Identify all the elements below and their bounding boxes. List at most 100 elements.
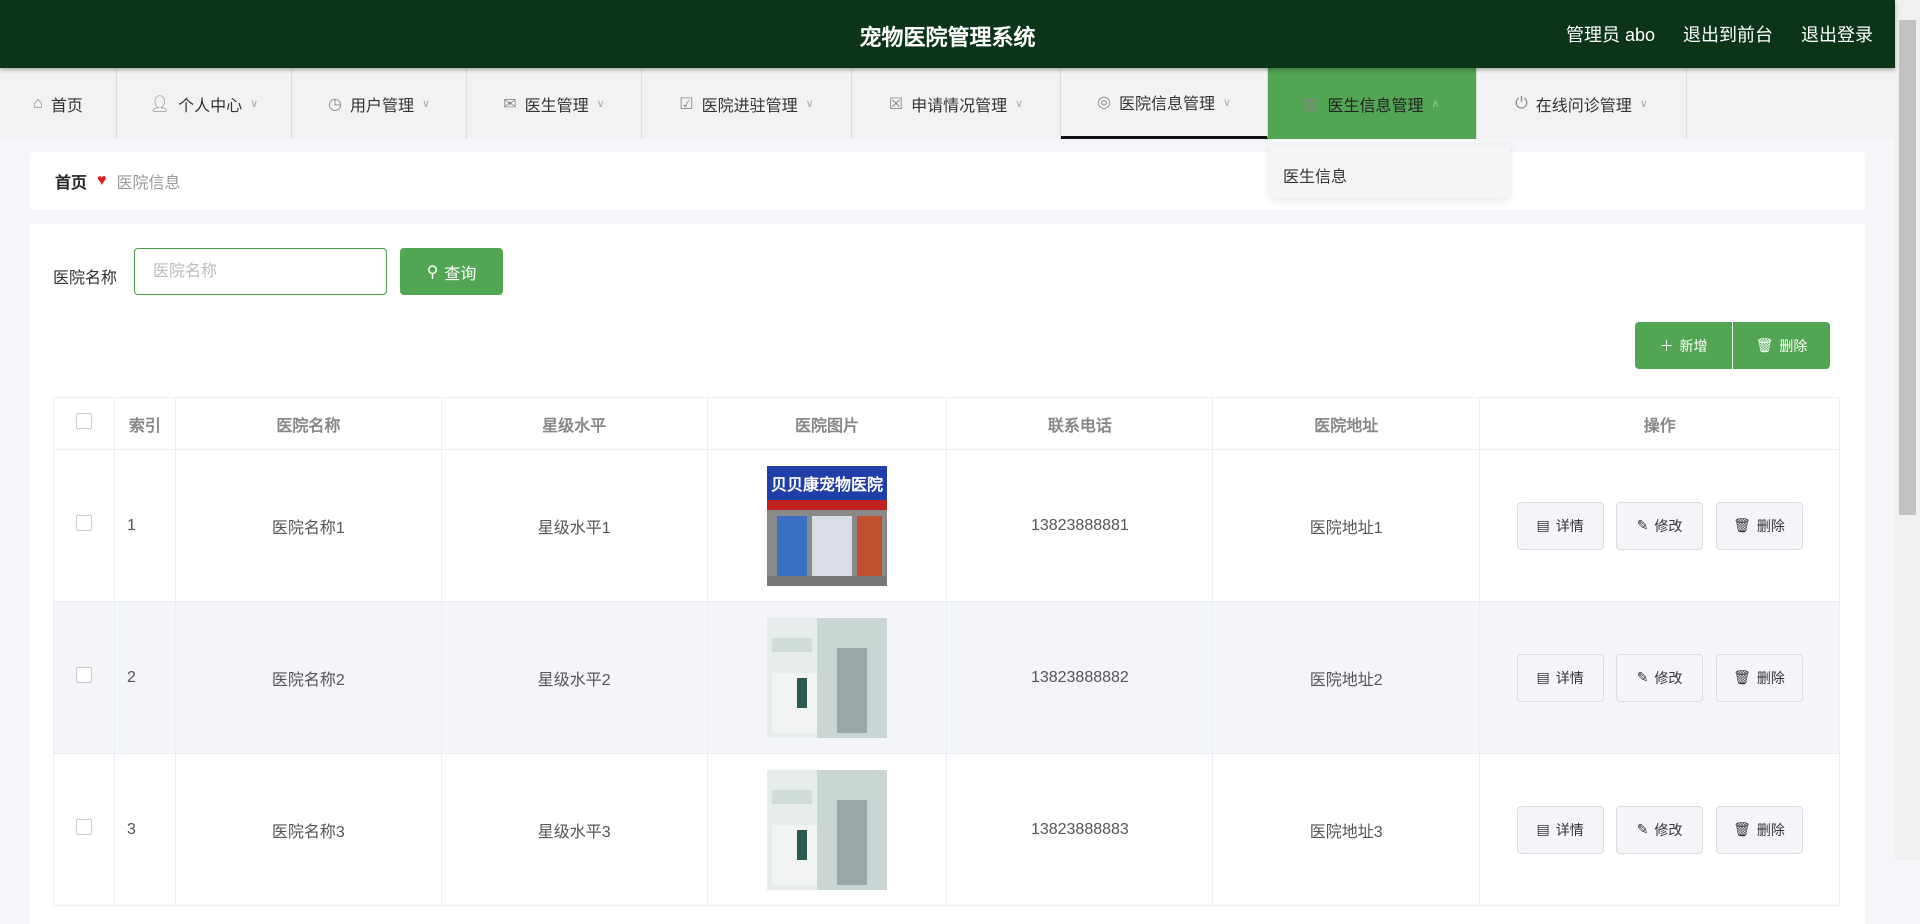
heart-icon: ♥ xyxy=(97,172,107,189)
edit-button[interactable]: ✎ 修改 xyxy=(1616,805,1704,854)
detail-label: 详情 xyxy=(1555,517,1584,534)
clipboard-x-icon: ☒ xyxy=(888,95,904,113)
nav-home[interactable]: ⌂ 首页 xyxy=(0,68,117,139)
nav-doctor-info-management[interactable]: ▨ 医生信息管理 ∧ xyxy=(1268,68,1477,139)
chevron-up-icon: ∧ xyxy=(1431,98,1440,110)
trash-icon: 🗑︎ xyxy=(1733,517,1751,533)
nav-label: 个人中心 xyxy=(178,97,243,115)
row-address: 医院地址1 xyxy=(1212,449,1481,602)
row-checkbox[interactable] xyxy=(53,601,115,754)
breadcrumb: 首页 ♥ 医院信息 xyxy=(30,152,1865,210)
chevron-down-icon: ∨ xyxy=(596,98,605,110)
plus-icon: ＋ xyxy=(1659,337,1674,354)
trash-icon: 🗑︎ xyxy=(1733,821,1751,837)
main-nav: ⌂ 首页 👤︎ 个人中心 ∨ ◷ 用户管理 ∨ ✉ 医生管理 ∨ ☑ 医院进驻管理 ∨ ☒ 申请情况… xyxy=(0,68,1895,139)
detail-button[interactable]: ▤ 详情 xyxy=(1516,805,1604,854)
delete-label: 删除 xyxy=(1779,337,1808,354)
select-all-checkbox[interactable] xyxy=(53,397,115,450)
scrollbar-thumb[interactable] xyxy=(1899,20,1916,515)
search-button[interactable]: ⚲ 查询 xyxy=(400,248,503,295)
edit-button[interactable]: ✎ 修改 xyxy=(1616,501,1704,550)
detail-button[interactable]: ▤ 详情 xyxy=(1516,653,1604,702)
trash-icon: 🗑︎ xyxy=(1755,337,1774,353)
current-user: 管理员 abo xyxy=(1565,25,1655,45)
row-image-cell xyxy=(706,601,948,754)
power-icon: ⏻ xyxy=(1515,94,1528,112)
pencil-icon: ✎ xyxy=(1636,669,1649,685)
edit-label: 修改 xyxy=(1654,669,1683,686)
edit-label: 修改 xyxy=(1654,517,1683,534)
home-icon: ⌂ xyxy=(33,94,43,112)
svg-text:贝贝康宠物医院: 贝贝康宠物医院 xyxy=(771,475,883,494)
table-row: 3 医院名称3 星级水平3 13823888883 医院地址3 ▤ 详情 ✎ 修改 … xyxy=(53,753,1840,906)
chevron-down-icon: ∨ xyxy=(250,98,259,110)
row-image-cell: 贝贝康宠物医院 xyxy=(706,449,948,602)
exit-to-front-link[interactable]: 退出到前台 xyxy=(1683,21,1773,47)
pencil-icon: ✎ xyxy=(1636,517,1649,533)
nav-personal-center[interactable]: 👤︎ 个人中心 ∨ xyxy=(117,68,292,139)
row-index: 1 xyxy=(113,449,176,602)
batch-delete-button[interactable]: 🗑︎ 删除 xyxy=(1733,322,1830,369)
hospital-image: 贝贝康宠物医院 xyxy=(767,465,887,586)
row-checkbox[interactable] xyxy=(53,449,115,602)
breadcrumb-current: 医院信息 xyxy=(116,175,181,192)
scrollbar[interactable] xyxy=(1895,0,1920,860)
row-index: 2 xyxy=(113,601,176,754)
edit-label: 修改 xyxy=(1654,821,1683,838)
row-phone: 13823888882 xyxy=(946,601,1214,754)
nav-label: 医院信息管理 xyxy=(1118,96,1215,113)
nav-label: 在线问诊管理 xyxy=(1535,97,1632,115)
add-button[interactable]: ＋ 新增 xyxy=(1635,322,1732,369)
delete-button[interactable]: 🗑︎ 删除 xyxy=(1715,653,1803,702)
trash-icon: 🗑︎ xyxy=(1733,669,1751,685)
nav-online-consultation-management[interactable]: ⏻ 在线问诊管理 ∨ xyxy=(1477,68,1687,139)
chevron-down-icon: ∨ xyxy=(805,98,814,110)
header-image: 医院图片 xyxy=(706,397,948,450)
row-checkbox[interactable] xyxy=(53,753,115,906)
row-image-cell xyxy=(706,753,948,906)
row-actions: ▤ 详情 ✎ 修改 🗑︎ 删除 xyxy=(1479,601,1840,754)
table-row: 2 医院名称2 星级水平2 13823888882 医院地址2 ▤ 详情 ✎ 修改 … xyxy=(53,601,1840,754)
nav-label: 医生信息管理 xyxy=(1327,97,1424,115)
nav-application-management[interactable]: ☒ 申请情况管理 ∨ xyxy=(852,68,1061,139)
nav-label: 用户管理 xyxy=(349,97,414,115)
dropdown-item-doctor-info[interactable]: 医生信息 xyxy=(1283,169,1347,186)
delete-label: 删除 xyxy=(1756,821,1785,838)
row-phone: 13823888881 xyxy=(946,449,1214,602)
detail-label: 详情 xyxy=(1555,821,1584,838)
breadcrumb-home[interactable]: 首页 xyxy=(55,169,87,193)
row-level: 星级水平1 xyxy=(440,449,708,602)
header-actions: 操作 xyxy=(1479,397,1840,450)
clock-icon: ◷ xyxy=(327,95,342,113)
chevron-down-icon: ∨ xyxy=(1015,98,1024,110)
hospital-image xyxy=(767,617,887,738)
chevron-down-icon: ∨ xyxy=(1222,96,1232,109)
logout-link[interactable]: 退出登录 xyxy=(1801,21,1873,47)
clipboard-check-icon: ☑ xyxy=(679,95,694,113)
nav-label: 首页 xyxy=(50,97,83,115)
document-icon: ▤ xyxy=(1536,821,1550,837)
nav-doctor-management[interactable]: ✉ 医生管理 ∨ xyxy=(467,68,642,139)
nav-dropdown-menu: 医生信息 xyxy=(1270,145,1510,198)
nav-hospital-entry-management[interactable]: ☑ 医院进驻管理 ∨ xyxy=(642,68,852,139)
nav-hospital-info-management[interactable]: ◎ 医院信息管理 ∨ xyxy=(1061,68,1268,139)
table-row: 1 医院名称1 星级水平1 贝贝康宠物医院 13823888881 医院地址1 … xyxy=(53,449,1840,602)
table-header: 索引 医院名称 星级水平 医院图片 联系电话 医院地址 操作 xyxy=(53,397,1840,450)
row-address: 医院地址2 xyxy=(1212,601,1481,754)
delete-button[interactable]: 🗑︎ 删除 xyxy=(1715,805,1803,854)
hospital-name-search-input[interactable] xyxy=(134,248,387,295)
delete-label: 删除 xyxy=(1756,517,1785,534)
row-name: 医院名称3 xyxy=(174,753,442,906)
top-bar: 宠物医院管理系统 管理员 abo 退出到前台 退出登录 xyxy=(0,0,1895,68)
edit-button[interactable]: ✎ 修改 xyxy=(1616,653,1704,702)
mail-icon: ✉ xyxy=(503,95,517,113)
detail-button[interactable]: ▤ 详情 xyxy=(1516,501,1604,550)
nav-label: 申请情况管理 xyxy=(911,97,1008,115)
lifebuoy-icon: ◎ xyxy=(1096,94,1111,111)
header-phone: 联系电话 xyxy=(946,397,1214,450)
header-level: 星级水平 xyxy=(440,397,708,450)
nav-user-management[interactable]: ◷ 用户管理 ∨ xyxy=(292,68,467,139)
chart-icon: ▨ xyxy=(1304,95,1320,113)
nav-label: 医院进驻管理 xyxy=(701,97,798,115)
delete-button[interactable]: 🗑︎ 删除 xyxy=(1715,501,1803,550)
